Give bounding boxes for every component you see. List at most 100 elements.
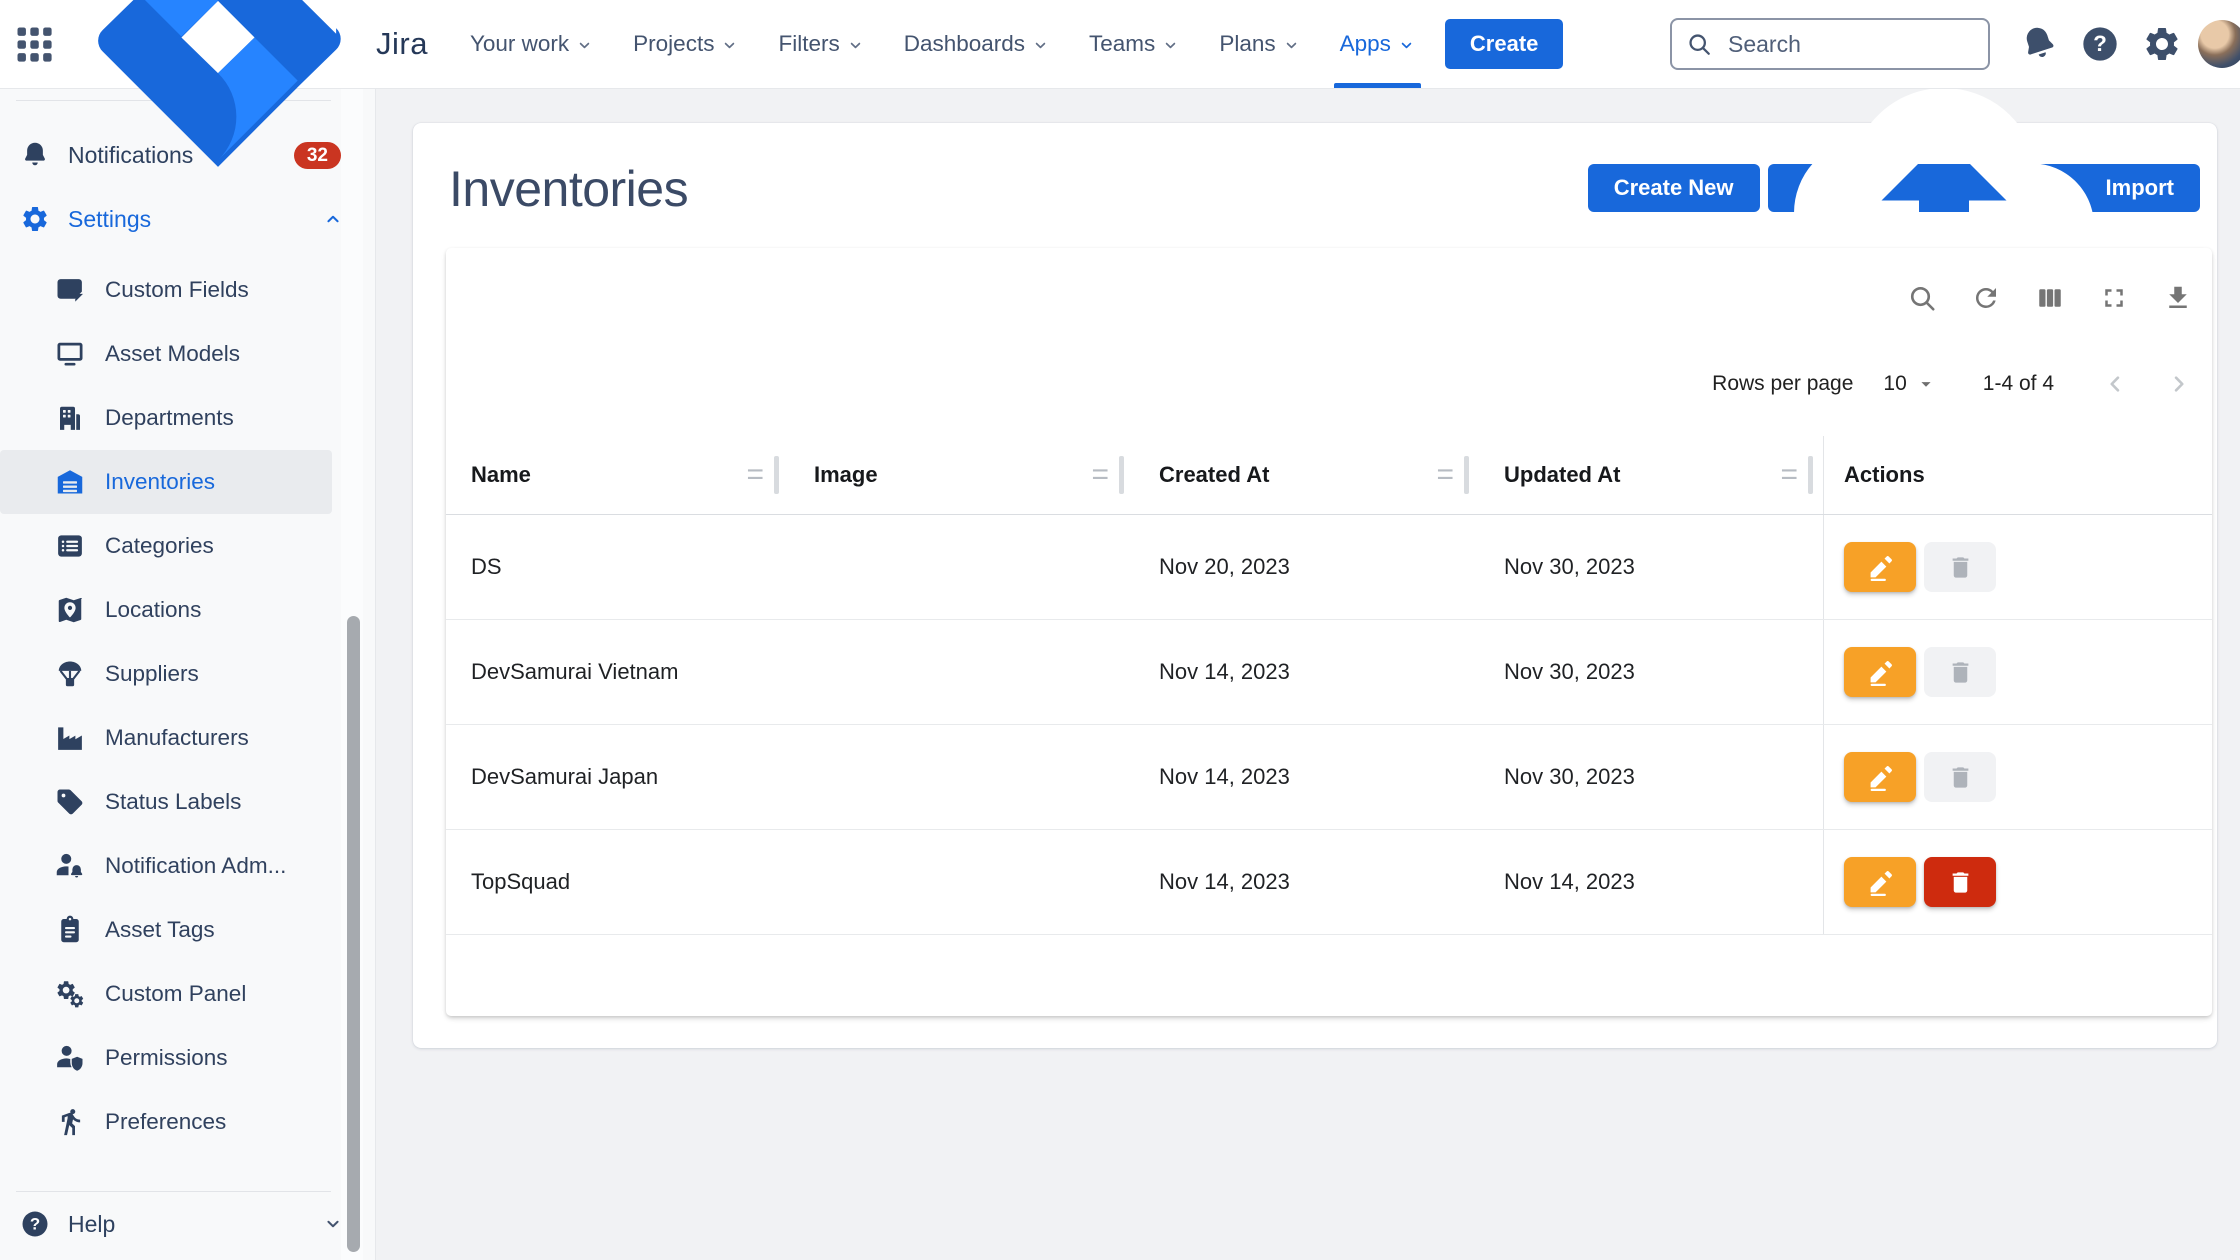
table-row: TopSquadNov 14, 2023Nov 14, 2023	[446, 830, 2212, 935]
nav-item-label: Filters	[778, 31, 839, 57]
nav-item-filters[interactable]: Filters	[762, 0, 879, 88]
sidebar-item-suppliers[interactable]: Suppliers	[0, 642, 332, 706]
sidebar-item-asset-tags[interactable]: Asset Tags	[0, 898, 332, 962]
sidebar-item-label: Manufacturers	[105, 725, 249, 751]
rows-per-page-label: Rows per page	[1712, 372, 1853, 396]
nav-item-teams[interactable]: Teams	[1073, 0, 1195, 88]
sidebar-item-custom-panel[interactable]: Custom Panel	[0, 962, 332, 1026]
column-resize-bar[interactable]	[1464, 456, 1469, 494]
status-labels-icon	[55, 787, 85, 817]
rows-per-page-select[interactable]: 10	[1883, 372, 1936, 396]
chevron-down-icon	[576, 37, 593, 54]
import-button[interactable]: Import	[1768, 164, 2200, 212]
svg-text:?: ?	[30, 1214, 40, 1233]
column-label: Image	[814, 462, 878, 488]
edit-button[interactable]	[1844, 647, 1916, 697]
cell-updated-at: Nov 14, 2023	[1479, 830, 1823, 934]
sidebar-item-departments[interactable]: Departments	[0, 386, 332, 450]
column-header-updated-at[interactable]: Updated At =	[1479, 436, 1823, 514]
sidebar-item-asset-models[interactable]: Asset Models	[0, 322, 332, 386]
settings-sub-list: Custom Fields Asset Models Departments Inve…	[0, 258, 375, 1154]
columns-icon	[2035, 283, 2065, 313]
cell-actions	[1823, 830, 2212, 934]
nav-item-label: Apps	[1340, 31, 1391, 57]
sidebar-item-help[interactable]: ? Help	[0, 1192, 375, 1256]
drag-handle-icon[interactable]: =	[1436, 460, 1454, 490]
cell-created-at-text: Nov 14, 2023	[1159, 659, 1290, 685]
refresh-button[interactable]	[1966, 276, 2006, 320]
column-resize-bar[interactable]	[774, 456, 779, 494]
column-header-name[interactable]: Name =	[446, 436, 789, 514]
rows-per-page-value: 10	[1883, 372, 1906, 396]
chevron-down-icon	[1032, 37, 1049, 54]
cell-created-at-text: Nov 14, 2023	[1159, 869, 1290, 895]
chevron-down-icon	[1283, 37, 1300, 54]
columns-button[interactable]	[2030, 276, 2070, 320]
delete-button	[1924, 647, 1996, 697]
locations-icon	[55, 595, 85, 625]
chevron-left-icon	[2102, 371, 2128, 397]
edit-button[interactable]	[1844, 752, 1916, 802]
trash-icon	[1947, 869, 1974, 896]
nav-item-apps[interactable]: Apps	[1324, 0, 1431, 88]
app-switcher-button[interactable]	[6, 16, 62, 72]
drag-handle-icon[interactable]: =	[746, 460, 764, 490]
cell-actions	[1823, 725, 2212, 829]
notifications-button[interactable]	[2012, 18, 2064, 70]
table-header-row: Name = Image = Created At = Updated At	[446, 436, 2212, 515]
sidebar-item-status-labels[interactable]: Status Labels	[0, 770, 332, 834]
primary-nav: Your workProjects Filters DashboardsTeamsP…	[454, 0, 1431, 88]
column-resize-bar[interactable]	[1119, 456, 1124, 494]
sidebar-item-label: Departments	[105, 405, 234, 431]
edit-button[interactable]	[1844, 857, 1916, 907]
sidebar-item-settings[interactable]: Settings	[0, 187, 375, 251]
sidebar-item-notification-adm[interactable]: Notification Adm...	[0, 834, 332, 898]
nav-item-your-work[interactable]: Your work	[454, 0, 609, 88]
delete-button[interactable]	[1924, 857, 1996, 907]
create-new-button[interactable]: Create New	[1588, 164, 1760, 212]
chevron-down-icon	[847, 37, 864, 54]
sidebar-item-label: Categories	[105, 533, 214, 559]
column-header-image[interactable]: Image =	[789, 436, 1134, 514]
chevron-down-icon	[721, 37, 738, 54]
table-toolbar	[1902, 276, 2198, 320]
drag-handle-icon[interactable]: =	[1780, 460, 1798, 490]
sidebar-scrollbar-thumb[interactable]	[347, 616, 360, 1252]
search-button[interactable]	[1902, 276, 1942, 320]
categories-icon	[55, 531, 85, 561]
trash-icon	[1947, 554, 1974, 581]
user-avatar[interactable]	[2198, 20, 2240, 68]
help-button[interactable]: ?	[2074, 18, 2126, 70]
drag-handle-icon[interactable]: =	[1091, 460, 1109, 490]
settings-gear-icon	[2142, 24, 2182, 64]
sidebar-item-categories[interactable]: Categories	[0, 514, 332, 578]
nav-item-plans[interactable]: Plans	[1203, 0, 1315, 88]
cell-updated-at-text: Nov 30, 2023	[1504, 659, 1635, 685]
edit-button[interactable]	[1844, 542, 1916, 592]
sidebar-item-custom-fields[interactable]: Custom Fields	[0, 258, 332, 322]
create-new-label: Create New	[1614, 175, 1734, 201]
previous-page-button[interactable]	[2096, 365, 2134, 403]
nav-item-projects[interactable]: Projects	[617, 0, 754, 88]
table-pagination: Rows per page 10 1-4 of 4	[1712, 354, 2198, 414]
nav-item-dashboards[interactable]: Dashboards	[888, 0, 1065, 88]
table-row: DSNov 20, 2023Nov 30, 2023	[446, 515, 2212, 620]
fullscreen-button[interactable]	[2094, 276, 2134, 320]
column-header-created-at[interactable]: Created At =	[1134, 436, 1479, 514]
sidebar-item-preferences[interactable]: Preferences	[0, 1090, 332, 1154]
sidebar-item-permissions[interactable]: Permissions	[0, 1026, 332, 1090]
download-button[interactable]	[2158, 276, 2198, 320]
column-resize-bar[interactable]	[1808, 456, 1813, 494]
asset-models-icon	[55, 339, 85, 369]
settings-button[interactable]	[2136, 18, 2188, 70]
sidebar-item-label: Custom Fields	[105, 277, 249, 303]
next-page-button[interactable]	[2160, 365, 2198, 403]
delete-button	[1924, 752, 1996, 802]
cell-name-text: DevSamurai Japan	[471, 764, 658, 790]
jira-logo[interactable]: Jira	[68, 0, 428, 194]
sidebar-item-inventories[interactable]: Inventories	[0, 450, 332, 514]
create-button[interactable]: Create	[1445, 19, 1563, 69]
sidebar-item-manufacturers[interactable]: Manufacturers	[0, 706, 332, 770]
sidebar-item-locations[interactable]: Locations	[0, 578, 332, 642]
search-input[interactable]	[1670, 18, 1990, 70]
